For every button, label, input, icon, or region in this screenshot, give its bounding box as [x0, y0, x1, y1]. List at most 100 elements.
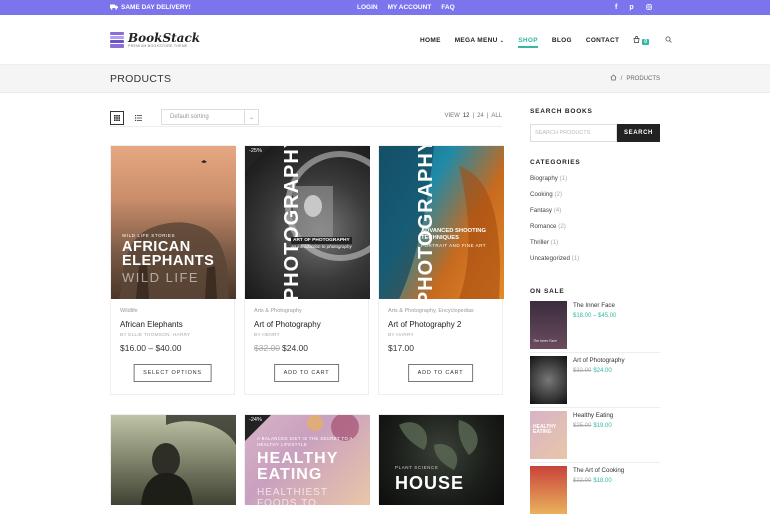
product-cover[interactable]	[111, 415, 236, 505]
cart-count-badge: 0	[642, 38, 650, 45]
grid-view-button[interactable]	[110, 110, 124, 125]
on-sale-thumbnail[interactable]	[530, 356, 567, 404]
site-header: BookStack PREMIUM BOOKSTORE THEME HOME M…	[0, 15, 770, 65]
view-12[interactable]: 12	[463, 113, 470, 119]
view-all[interactable]: ALL	[491, 113, 502, 119]
truck-icon	[110, 4, 118, 12]
current-price: $19.00	[593, 423, 612, 429]
cart-icon	[633, 35, 640, 45]
category-name: Romance	[530, 223, 557, 230]
category-item[interactable]: Biography (1)	[530, 174, 660, 190]
product-title[interactable]: African Elephants	[120, 320, 183, 329]
instagram-icon[interactable]	[645, 3, 652, 12]
nav-mega-menu[interactable]: MEGA MENU ⌄	[455, 37, 505, 44]
category-item[interactable]: Uncategorized (1)	[530, 254, 660, 270]
sort-select-value: Default sorting	[170, 114, 209, 120]
sort-select[interactable]: Default sorting ⌄	[161, 109, 259, 125]
current-price: $18.00	[593, 478, 612, 484]
list-view-button[interactable]	[131, 111, 145, 125]
on-sale-heading: ON SALE	[530, 288, 565, 295]
product-card: PHOTOGRAPHY ADVANCED SHOOTING TECHNIQUES…	[378, 145, 504, 395]
cart-button[interactable]: 0	[633, 35, 650, 45]
on-sale-thumbnail[interactable]	[530, 466, 567, 514]
product-category[interactable]: Wildlife	[120, 308, 138, 314]
on-sale-title[interactable]: The Inner Face	[573, 302, 615, 309]
product-category[interactable]: Arts & Photography, Encyclopedias	[388, 308, 474, 314]
product-price: $16.00 – $40.00	[120, 343, 182, 353]
sale-badge: -25%	[245, 146, 271, 172]
category-name: Biography	[530, 175, 558, 182]
top-bar: SAME DAY DELIVERY! LOGIN MY ACCOUNT FAQ …	[0, 0, 770, 15]
facebook-icon[interactable]: f	[615, 4, 617, 11]
product-author[interactable]: BY ELLIE THOMSON, HARRY	[120, 333, 190, 338]
on-sale-title[interactable]: Art of Photography	[573, 357, 625, 364]
old-price: $32.00	[573, 368, 592, 374]
site-logo[interactable]: BookStack PREMIUM BOOKSTORE THEME	[110, 31, 200, 48]
faq-link[interactable]: FAQ	[441, 4, 454, 11]
search-input[interactable]: SEARCH PRODUCTS	[530, 124, 617, 142]
feathers-illustration	[379, 146, 500, 299]
category-count: (1)	[559, 175, 568, 182]
pinterest-icon[interactable]: p	[629, 4, 633, 11]
nav-home[interactable]: HOME	[420, 37, 441, 44]
add-to-cart-button[interactable]: ADD TO CART	[407, 364, 474, 382]
add-to-cart-button[interactable]: ADD TO CART	[273, 364, 340, 382]
home-icon[interactable]	[610, 74, 617, 83]
category-item[interactable]: Fantasy (4)	[530, 206, 660, 222]
product-title[interactable]: Art of Photography	[254, 320, 321, 329]
old-price: $32.00	[254, 343, 280, 353]
nav-blog[interactable]: BLOG	[552, 37, 572, 44]
nav-shop[interactable]: SHOP	[518, 37, 538, 48]
product-cover[interactable]: PHOTOGRAPHY ADVANCED SHOOTING TECHNIQUES…	[379, 146, 504, 299]
social-links: f p	[615, 0, 652, 15]
product-price: $32.00 $24.00	[254, 343, 308, 353]
sale-badge: -24%	[245, 415, 271, 441]
list-icon	[134, 114, 142, 121]
grid-icon	[114, 114, 120, 121]
product-cover[interactable]: PLANT SCIENCE HOUSE	[379, 415, 504, 505]
nav-contact[interactable]: CONTACT	[586, 37, 619, 44]
category-list: Biography (1) Cooking (2) Fantasy (4) Ro…	[530, 174, 660, 270]
nav-mega-menu-label: MEGA MENU	[454, 36, 498, 44]
on-sale-title[interactable]: The Art of Cooking	[573, 467, 624, 474]
cover-small-text: PORTRAIT AND FINE ART	[421, 243, 487, 248]
category-count: (4)	[553, 207, 562, 214]
on-sale-price: $22.00 $18.00	[573, 478, 612, 484]
breadcrumb-current: PRODUCTS	[626, 75, 660, 82]
cover-small-text: an introduction to photography	[291, 244, 352, 249]
search-button[interactable]: SEARCH	[617, 124, 660, 142]
on-sale-thumbnail[interactable]: The Inner Face	[530, 301, 567, 349]
search-icon[interactable]	[665, 36, 673, 45]
product-category[interactable]: Arts & Photography	[254, 308, 302, 314]
chevron-down-icon: ⌄	[244, 110, 258, 124]
cover-title: HOUSE	[395, 473, 465, 493]
search-widget: SEARCH PRODUCTS SEARCH	[530, 124, 660, 142]
product-author[interactable]: BY HARRY	[388, 333, 414, 338]
product-author[interactable]: BY HENRY	[254, 333, 280, 338]
page-title: PRODUCTS	[110, 72, 172, 85]
select-options-button[interactable]: SELECT OPTIONS	[133, 364, 212, 382]
sidebar: SEARCH BOOKS SEARCH PRODUCTS SEARCH CATE…	[530, 108, 660, 518]
category-item[interactable]: Cooking (2)	[530, 190, 660, 206]
on-sale-title[interactable]: Healthy Eating	[573, 412, 613, 419]
cover-small-text: PLANT SCIENCE	[395, 465, 439, 470]
category-item[interactable]: Thriller (1)	[530, 238, 660, 254]
on-sale-thumbnail[interactable]: HEALTHY EATING	[530, 411, 567, 459]
view-24[interactable]: 24	[477, 113, 484, 119]
product-area: Default sorting ⌄ VIEW 12 | 24 | ALL WILD …	[110, 109, 504, 505]
cover-title: HEALTHY EATING	[257, 450, 339, 483]
cover-title: AFRICAN ELEPHANTS	[122, 239, 215, 269]
shop-toolbar: Default sorting ⌄ VIEW 12 | 24 | ALL	[110, 109, 502, 127]
my-account-link[interactable]: MY ACCOUNT	[388, 4, 432, 11]
on-sale-item: The Art of Cooking $22.00 $18.00	[530, 463, 660, 518]
breadcrumb: / PRODUCTS	[610, 74, 660, 83]
login-link[interactable]: LOGIN	[357, 4, 378, 11]
category-item[interactable]: Romance (2)	[530, 222, 660, 238]
promo-text: SAME DAY DELIVERY!	[121, 4, 191, 11]
product-card: PLANT SCIENCE HOUSE	[378, 414, 504, 505]
product-cover[interactable]: WILD LIFE STORIES AFRICAN ELEPHANTS WILD…	[111, 146, 236, 299]
on-sale-price: $25.00 $19.00	[573, 423, 612, 429]
category-count: (1)	[571, 255, 580, 262]
product-title[interactable]: Art of Photography 2	[388, 320, 461, 329]
books-logo-icon	[110, 31, 124, 48]
